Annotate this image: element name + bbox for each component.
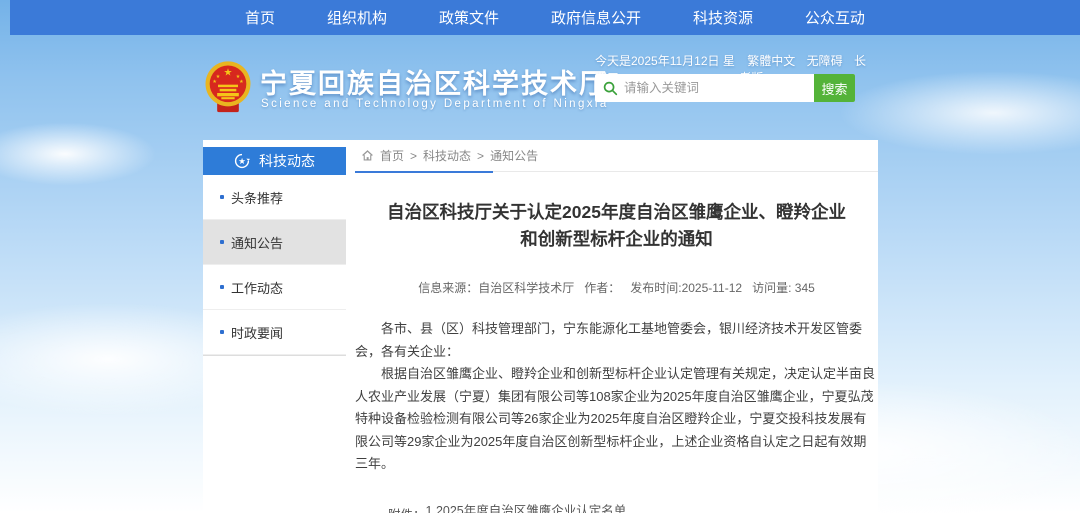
meta-source-value: 自治区科学技术厅: [478, 281, 574, 295]
sidebar: ★ 科技动态 头条推荐 通知公告 工作动态 时政要闻: [203, 140, 346, 356]
bullet-icon: [220, 195, 224, 199]
svg-text:★: ★: [212, 79, 217, 85]
nav-item-home[interactable]: 首页: [245, 7, 275, 28]
sidebar-item-headlines[interactable]: 头条推荐: [203, 175, 346, 220]
article-title-line1: 自治区科技厅关于认定2025年度自治区雏鹰企业、瞪羚企业: [355, 199, 878, 226]
breadcrumb-row: 首页 > 科技动态 > 通知公告: [355, 140, 878, 172]
meta-visits-label: 访问量:: [752, 281, 791, 295]
magnifier-icon: [603, 81, 618, 96]
star-circle-icon: ★: [234, 153, 250, 169]
sidebar-header: ★ 科技动态: [203, 147, 346, 175]
home-icon: [361, 149, 374, 162]
sidebar-item-notices[interactable]: 通知公告: [203, 220, 346, 265]
link-traditional-chinese[interactable]: 繁體中文: [747, 54, 795, 68]
breadcrumb: 首页 > 科技动态 > 通知公告: [361, 147, 538, 164]
article-panel: 首页 > 科技动态 > 通知公告 自治区科技厅关于认定2025年度自治区雏鹰企业…: [355, 140, 878, 513]
svg-text:★: ★: [238, 156, 246, 166]
sidebar-list: 头条推荐 通知公告 工作动态 时政要闻: [203, 175, 346, 356]
svg-text:★: ★: [239, 79, 244, 85]
svg-text:★: ★: [224, 68, 233, 79]
bullet-icon: [220, 330, 224, 334]
sidebar-item-current-affairs[interactable]: 时政要闻: [203, 310, 346, 355]
attachments-block: 附件： 1.2025年度自治区雏鹰企业认定名单 2.2025年度自治区瞪羚企业认…: [355, 504, 878, 513]
meta-source-label: 信息来源：: [418, 281, 478, 295]
nav-item-organization[interactable]: 组织机构: [327, 7, 387, 28]
meta-author-label: 作者：: [584, 281, 620, 295]
national-emblem-icon: ★ ★ ★ ★ ★: [203, 60, 253, 116]
breadcrumb-home[interactable]: 首页: [380, 147, 404, 164]
meta-visits-value: 345: [795, 281, 815, 295]
search-bar: 搜索: [595, 74, 855, 102]
site-subtitle: Science and Technology Department of Nin…: [261, 98, 609, 110]
article-paragraph: 根据自治区雏鹰企业、瞪羚企业和创新型标杆企业认定管理有关规定，决定认定半亩良人农…: [355, 363, 878, 476]
article-paragraph: 各市、县（区）科技管理部门，宁东能源化工基地管委会，银川经济技术开发区管委会，各…: [355, 318, 878, 363]
sidebar-item-label: 通知公告: [231, 233, 283, 252]
content-wrapper: ★ 科技动态 头条推荐 通知公告 工作动态 时政要闻: [203, 140, 878, 513]
top-nav: 首页 组织机构 政策文件 政府信息公开 科技资源 公众互动: [10, 0, 1080, 35]
nav-item-interaction[interactable]: 公众互动: [805, 7, 865, 28]
bullet-icon: [220, 240, 224, 244]
attachments-list: 1.2025年度自治区雏鹰企业认定名单 2.2025年度自治区瞪羚企业认定名单 …: [426, 504, 664, 513]
meta-publish-label: 发布时间:: [630, 281, 681, 295]
nav-item-gov-info[interactable]: 政府信息公开: [551, 7, 641, 28]
article-title: 自治区科技厅关于认定2025年度自治区雏鹰企业、瞪羚企业 和创新型标杆企业的通知: [355, 199, 878, 253]
attachments-label: 附件：: [388, 504, 426, 513]
sidebar-item-label: 时政要闻: [231, 323, 283, 342]
sidebar-item-label: 工作动态: [231, 278, 283, 297]
article-meta: 信息来源：自治区科学技术厅作者： 发布时间:2025-11-12 访问量: 345: [355, 279, 878, 296]
article-title-line2: 和创新型标杆企业的通知: [355, 226, 878, 253]
sidebar-item-label: 头条推荐: [231, 188, 283, 207]
link-accessibility[interactable]: 无障碍: [807, 54, 843, 68]
nav-item-resources[interactable]: 科技资源: [693, 7, 753, 28]
search-button[interactable]: 搜索: [814, 74, 855, 102]
breadcrumb-current[interactable]: 通知公告: [490, 147, 538, 164]
bullet-icon: [220, 285, 224, 289]
breadcrumb-section[interactable]: 科技动态: [423, 147, 471, 164]
nav-item-policy[interactable]: 政策文件: [439, 7, 499, 28]
article-body: 各市、县（区）科技管理部门，宁东能源化工基地管委会，银川经济技术开发区管委会，各…: [355, 318, 878, 476]
sidebar-item-work-news[interactable]: 工作动态: [203, 265, 346, 310]
sidebar-title: 科技动态: [259, 151, 315, 171]
attachment-link-1[interactable]: 1.2025年度自治区雏鹰企业认定名单: [426, 504, 664, 513]
search-input[interactable]: [624, 81, 814, 95]
meta-publish-date: 2025-11-12: [682, 281, 743, 295]
breadcrumb-separator: >: [410, 149, 417, 163]
site-title: 宁夏回族自治区科学技术厅: [260, 62, 608, 101]
breadcrumb-separator: >: [477, 149, 484, 163]
page: { "nav": { "items": ["首页", "组织机构", "政策文件…: [0, 0, 1080, 513]
